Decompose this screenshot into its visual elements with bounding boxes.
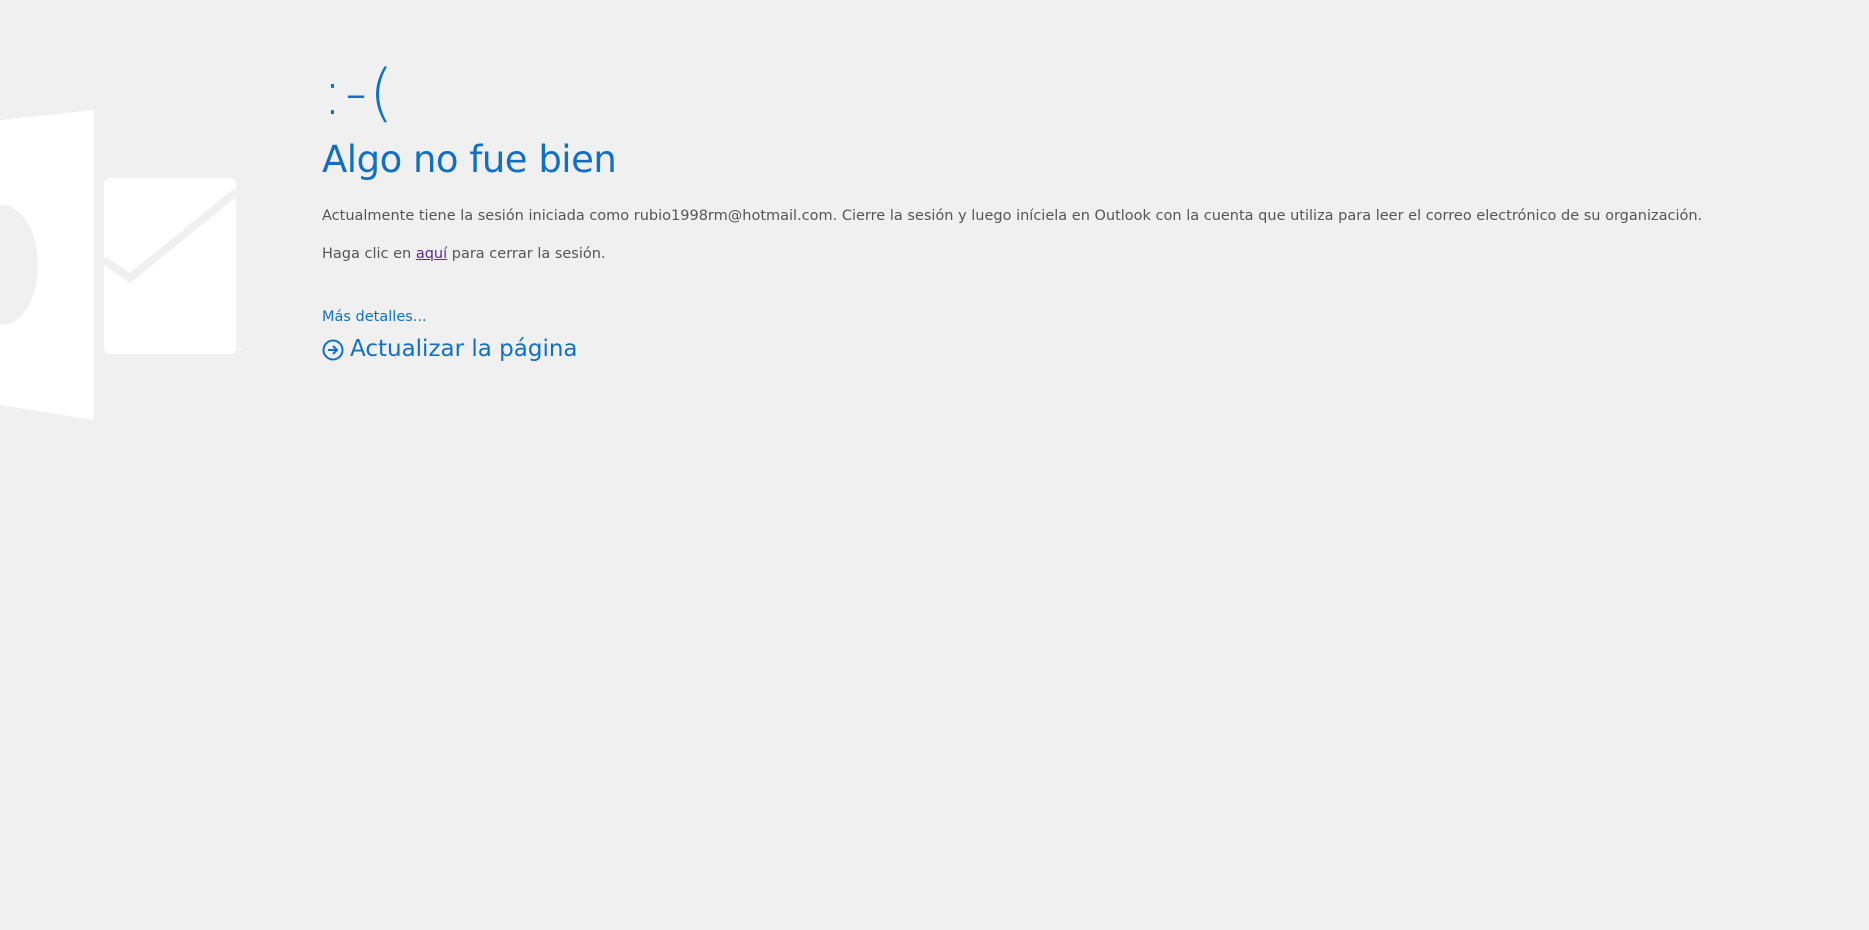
refresh-page-button[interactable]: Actualizar la página [322, 338, 1822, 361]
error-title: Algo no fue bien [322, 138, 617, 181]
signout-link[interactable]: aquí [416, 246, 447, 262]
error-content: :-( Algo no fue bien Actualmente tiene l… [322, 62, 1822, 361]
error-message: Actualmente tiene la sesión iniciada com… [322, 207, 1703, 224]
svg-text:™: ™ [236, 347, 244, 356]
more-details-link[interactable]: Más detalles... [322, 309, 427, 325]
refresh-page-label: Actualizar la página [350, 336, 578, 363]
circle-arrow-right-icon [322, 339, 344, 361]
signout-suffix: para cerrar la sesión. [447, 245, 606, 262]
sad-face-emoticon: :-( [322, 56, 396, 129]
signout-instruction: Haga clic en aquí para cerrar la sesión. [322, 245, 1822, 264]
error-page: ™ :-( Algo no fue bien Actualmente tiene… [0, 0, 1869, 930]
outlook-logo-icon: ™ [0, 110, 244, 420]
signout-prefix: Haga clic en [322, 245, 416, 262]
